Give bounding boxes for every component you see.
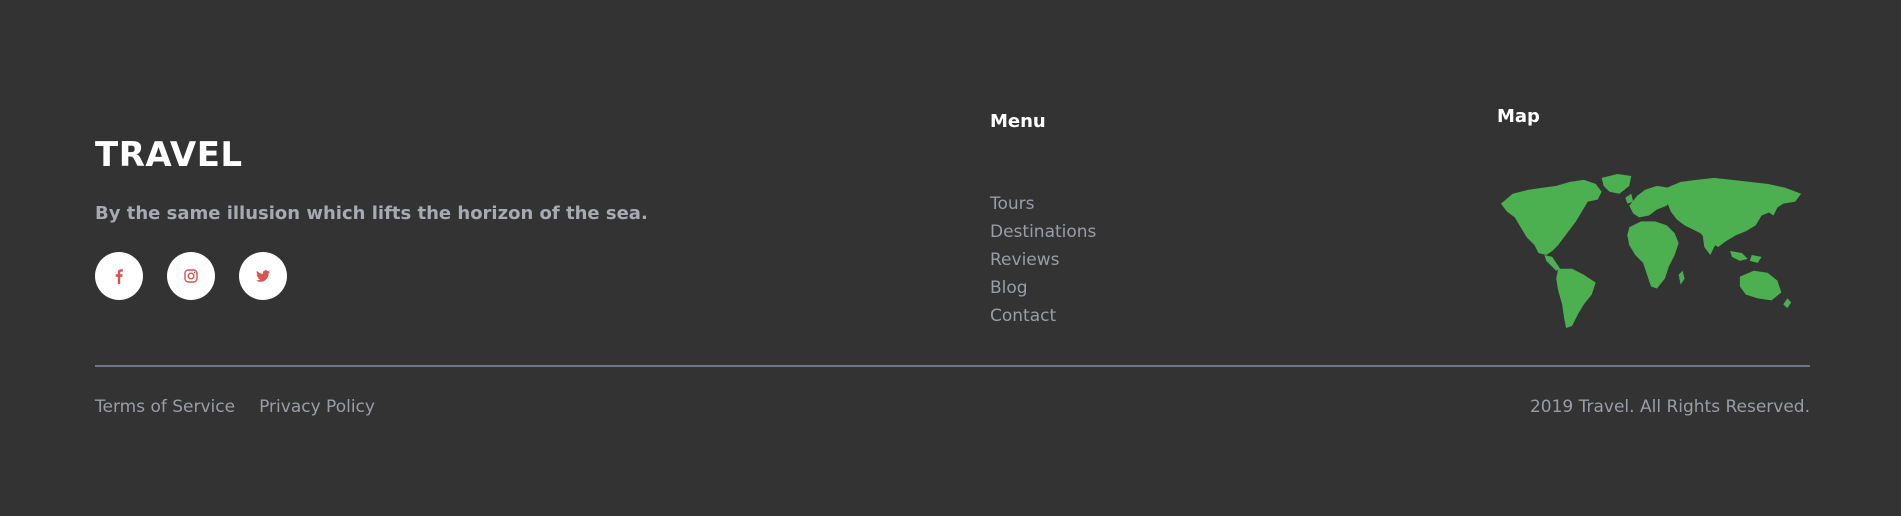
menu-link-contact[interactable]: Contact xyxy=(990,306,1056,326)
menu-link-destinations[interactable]: Destinations xyxy=(990,222,1096,242)
map-heading: Map xyxy=(1497,106,1540,127)
instagram-button[interactable] xyxy=(167,252,215,300)
facebook-icon xyxy=(115,269,123,284)
world-map-icon xyxy=(1500,173,1802,329)
menu-item-reviews: Reviews xyxy=(990,246,1096,274)
menu-item-destinations: Destinations xyxy=(990,218,1096,246)
menu-heading: Menu xyxy=(990,111,1046,132)
legal-links: Terms of Service Privacy Policy xyxy=(95,394,375,420)
twitter-icon xyxy=(256,270,270,282)
twitter-button[interactable] xyxy=(239,252,287,300)
world-map xyxy=(1498,172,1806,330)
menu-link-reviews[interactable]: Reviews xyxy=(990,250,1060,270)
menu-list: Tours Destinations Reviews Blog Contact xyxy=(990,190,1096,330)
terms-of-service-link[interactable]: Terms of Service xyxy=(95,394,235,420)
brand-title: TRAVEL xyxy=(95,135,243,175)
privacy-policy-link[interactable]: Privacy Policy xyxy=(259,394,375,420)
menu-link-tours[interactable]: Tours xyxy=(990,194,1035,214)
menu-item-contact: Contact xyxy=(990,302,1096,330)
footer-divider xyxy=(95,365,1810,367)
facebook-button[interactable] xyxy=(95,252,143,300)
menu-link-blog[interactable]: Blog xyxy=(990,278,1028,298)
menu-item-blog: Blog xyxy=(990,274,1096,302)
brand-tagline: By the same illusion which lifts the hor… xyxy=(95,203,648,224)
copyright-text: 2019 Travel. All Rights Reserved. xyxy=(1529,397,1810,417)
menu-item-tours: Tours xyxy=(990,190,1096,218)
instagram-icon xyxy=(184,269,198,283)
social-links xyxy=(95,252,287,300)
